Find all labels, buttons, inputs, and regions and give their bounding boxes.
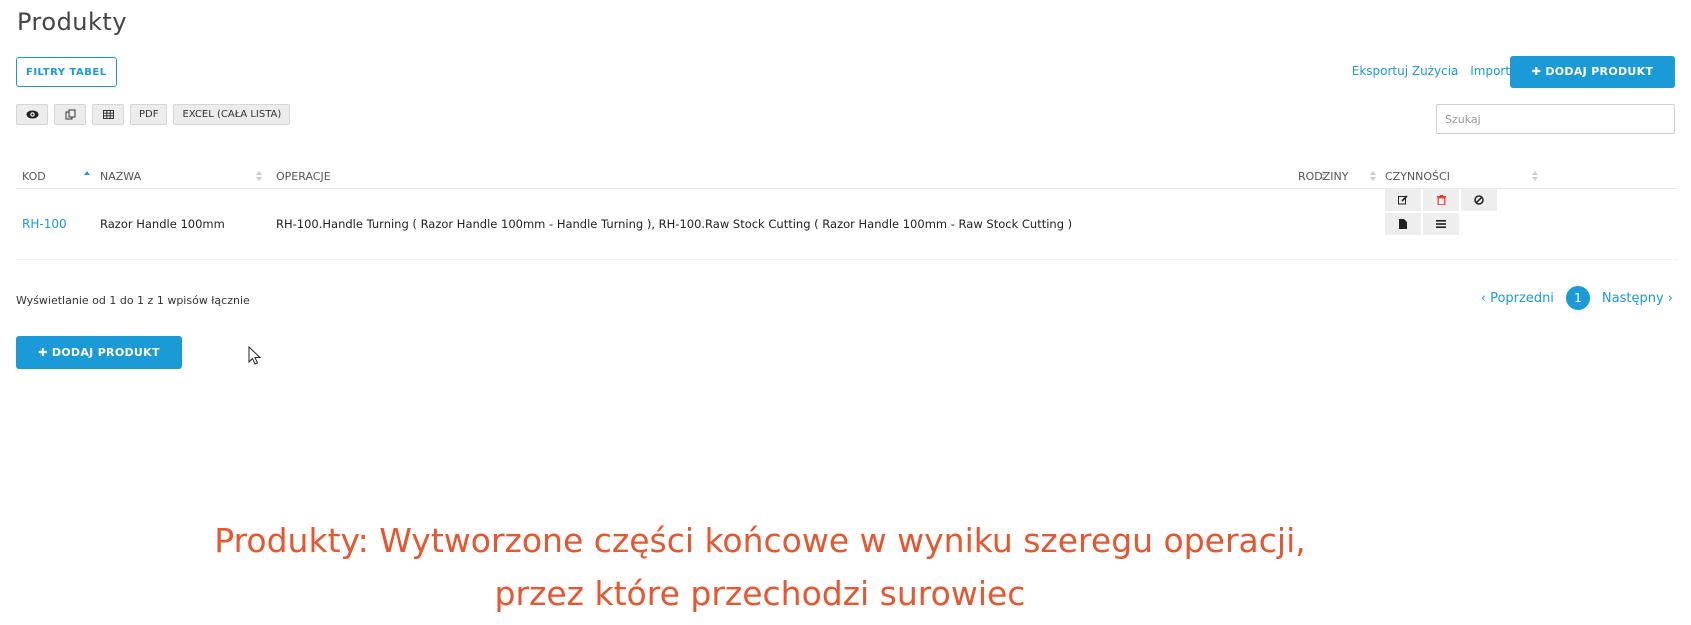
column-header-nazwa[interactable]: NAZWA bbox=[94, 164, 270, 189]
ban-icon bbox=[1474, 195, 1484, 205]
table-toolbar: PDF EXCEL (CAŁA LISTA) bbox=[16, 104, 291, 125]
caption-line-1: Produkty: Wytworzone części końcowe w wy… bbox=[214, 521, 1306, 560]
copy-button[interactable] bbox=[54, 104, 86, 125]
sort-icon bbox=[1532, 171, 1538, 181]
pagination: ‹ Poprzedni 1 Następny › bbox=[1481, 286, 1673, 310]
csv-button[interactable] bbox=[92, 104, 124, 125]
column-header-czynnosci[interactable]: CZYNNOŚCI bbox=[1379, 164, 1678, 189]
trash-icon bbox=[1436, 195, 1446, 205]
delete-button[interactable] bbox=[1423, 189, 1459, 211]
next-page-link[interactable]: Następny › bbox=[1602, 291, 1673, 306]
table-filters-button[interactable]: FILTRY TABEL bbox=[16, 57, 117, 87]
mouse-cursor-icon bbox=[248, 346, 262, 365]
product-families bbox=[1292, 188, 1379, 260]
products-table: KOD NAZWA OPERACJE RODZINY CZYNNOŚCI RH-… bbox=[16, 164, 1678, 260]
search-input[interactable] bbox=[1436, 104, 1675, 134]
table-icon bbox=[102, 109, 114, 119]
sort-icon bbox=[1370, 171, 1376, 181]
column-header-kod[interactable]: KOD bbox=[16, 164, 94, 189]
add-product-button-top[interactable]: ✚ DODAJ PRODUKT bbox=[1510, 56, 1675, 88]
page-title: Produkty bbox=[17, 8, 128, 36]
eye-icon bbox=[26, 110, 38, 118]
column-header-rodziny[interactable]: RODZINY bbox=[1292, 164, 1379, 189]
pdf-button[interactable]: PDF bbox=[130, 104, 168, 125]
document-button[interactable] bbox=[1385, 213, 1421, 235]
file-icon bbox=[1399, 219, 1407, 229]
product-operations: RH-100.Handle Turning ( Razor Handle 100… bbox=[270, 188, 1292, 260]
edit-icon bbox=[1398, 195, 1408, 205]
export-usage-link[interactable]: Eksportuj Zużycia bbox=[1352, 64, 1459, 78]
caption-line-2: przez które przechodzi surowiec bbox=[494, 574, 1026, 613]
add-product-button-bottom[interactable]: ✚ DODAJ PRODUKT bbox=[16, 336, 182, 369]
product-code-link[interactable]: RH-100 bbox=[22, 217, 67, 231]
table-info: Wyświetlanie od 1 do 1 z 1 wpisów łączni… bbox=[16, 294, 250, 307]
table-row: RH-100 Razor Handle 100mm RH-100.Handle … bbox=[16, 188, 1678, 260]
edit-button[interactable] bbox=[1385, 189, 1421, 211]
excel-button[interactable]: EXCEL (CAŁA LISTA) bbox=[173, 104, 291, 125]
row-actions bbox=[1385, 189, 1672, 259]
column-header-operacje[interactable]: OPERACJE bbox=[270, 164, 1326, 189]
list-button[interactable] bbox=[1423, 213, 1459, 235]
product-name: Razor Handle 100mm bbox=[94, 188, 270, 260]
disable-button[interactable] bbox=[1461, 189, 1497, 211]
caption-text: Produkty: Wytworzone części końcowe w wy… bbox=[100, 514, 1420, 620]
sort-icon bbox=[256, 171, 262, 181]
copy-icon bbox=[65, 109, 75, 119]
sort-asc-icon bbox=[84, 171, 90, 181]
top-links: Eksportuj Zużycia Importuj bbox=[1344, 64, 1521, 78]
previous-page-link[interactable]: ‹ Poprzedni bbox=[1481, 291, 1554, 306]
page-number-current[interactable]: 1 bbox=[1565, 286, 1590, 310]
column-visibility-button[interactable] bbox=[16, 104, 48, 125]
list-icon bbox=[1436, 220, 1446, 228]
